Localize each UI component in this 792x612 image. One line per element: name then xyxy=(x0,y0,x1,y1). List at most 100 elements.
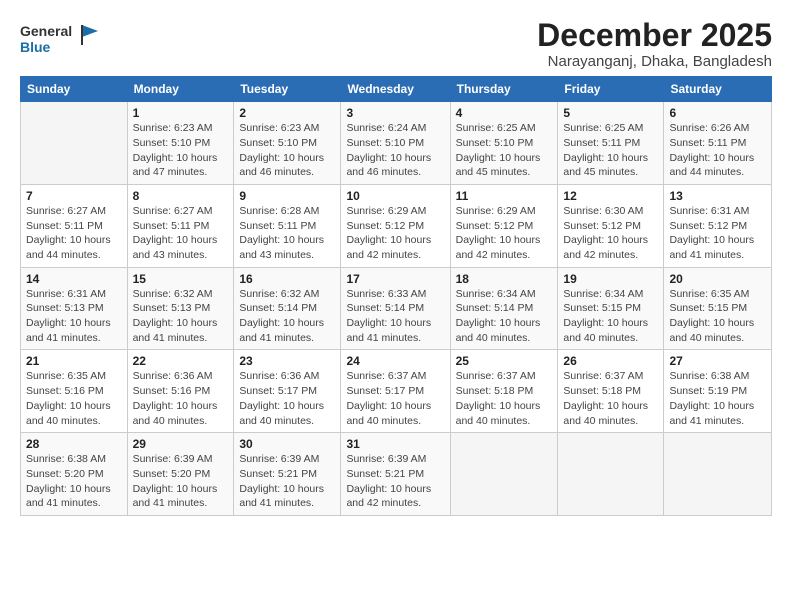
day-info: Sunrise: 6:39 AM Sunset: 5:20 PM Dayligh… xyxy=(133,452,229,511)
calendar-cell: 13Sunrise: 6:31 AM Sunset: 5:12 PM Dayli… xyxy=(664,184,772,267)
day-info: Sunrise: 6:36 AM Sunset: 5:17 PM Dayligh… xyxy=(239,369,335,428)
day-info: Sunrise: 6:35 AM Sunset: 5:15 PM Dayligh… xyxy=(669,287,766,346)
calendar-cell xyxy=(664,433,772,516)
col-saturday: Saturday xyxy=(664,77,772,102)
col-friday: Friday xyxy=(558,77,664,102)
day-number: 9 xyxy=(239,189,335,203)
day-info: Sunrise: 6:23 AM Sunset: 5:10 PM Dayligh… xyxy=(133,121,229,180)
day-info: Sunrise: 6:32 AM Sunset: 5:14 PM Dayligh… xyxy=(239,287,335,346)
location: Narayanganj, Dhaka, Bangladesh xyxy=(537,53,772,70)
calendar-cell: 15Sunrise: 6:32 AM Sunset: 5:13 PM Dayli… xyxy=(127,267,234,350)
calendar-cell: 9Sunrise: 6:28 AM Sunset: 5:11 PM Daylig… xyxy=(234,184,341,267)
day-info: Sunrise: 6:29 AM Sunset: 5:12 PM Dayligh… xyxy=(456,204,553,263)
page: General Blue December 2025 Narayanganj, … xyxy=(0,0,792,612)
day-info: Sunrise: 6:30 AM Sunset: 5:12 PM Dayligh… xyxy=(563,204,658,263)
day-info: Sunrise: 6:37 AM Sunset: 5:18 PM Dayligh… xyxy=(456,369,553,428)
day-info: Sunrise: 6:34 AM Sunset: 5:15 PM Dayligh… xyxy=(563,287,658,346)
day-number: 12 xyxy=(563,189,658,203)
calendar-week-5: 28Sunrise: 6:38 AM Sunset: 5:20 PM Dayli… xyxy=(21,433,772,516)
day-number: 8 xyxy=(133,189,229,203)
col-sunday: Sunday xyxy=(21,77,128,102)
svg-text:Blue: Blue xyxy=(20,39,51,55)
logo-svg: General Blue xyxy=(20,18,100,58)
calendar-cell xyxy=(450,433,558,516)
title-area: December 2025 Narayanganj, Dhaka, Bangla… xyxy=(537,18,772,70)
day-info: Sunrise: 6:32 AM Sunset: 5:13 PM Dayligh… xyxy=(133,287,229,346)
day-info: Sunrise: 6:27 AM Sunset: 5:11 PM Dayligh… xyxy=(133,204,229,263)
day-number: 28 xyxy=(26,437,122,451)
day-info: Sunrise: 6:36 AM Sunset: 5:16 PM Dayligh… xyxy=(133,369,229,428)
calendar-cell: 25Sunrise: 6:37 AM Sunset: 5:18 PM Dayli… xyxy=(450,350,558,433)
day-info: Sunrise: 6:25 AM Sunset: 5:11 PM Dayligh… xyxy=(563,121,658,180)
day-number: 16 xyxy=(239,272,335,286)
day-info: Sunrise: 6:31 AM Sunset: 5:12 PM Dayligh… xyxy=(669,204,766,263)
col-monday: Monday xyxy=(127,77,234,102)
calendar-cell: 14Sunrise: 6:31 AM Sunset: 5:13 PM Dayli… xyxy=(21,267,128,350)
day-number: 31 xyxy=(346,437,444,451)
day-number: 17 xyxy=(346,272,444,286)
calendar-cell: 26Sunrise: 6:37 AM Sunset: 5:18 PM Dayli… xyxy=(558,350,664,433)
day-number: 5 xyxy=(563,106,658,120)
day-number: 26 xyxy=(563,354,658,368)
logo: General Blue xyxy=(20,18,100,58)
day-number: 1 xyxy=(133,106,229,120)
calendar-cell: 30Sunrise: 6:39 AM Sunset: 5:21 PM Dayli… xyxy=(234,433,341,516)
calendar-cell: 11Sunrise: 6:29 AM Sunset: 5:12 PM Dayli… xyxy=(450,184,558,267)
calendar-cell: 17Sunrise: 6:33 AM Sunset: 5:14 PM Dayli… xyxy=(341,267,450,350)
day-number: 2 xyxy=(239,106,335,120)
calendar-cell: 1Sunrise: 6:23 AM Sunset: 5:10 PM Daylig… xyxy=(127,102,234,185)
day-info: Sunrise: 6:35 AM Sunset: 5:16 PM Dayligh… xyxy=(26,369,122,428)
calendar-week-2: 7Sunrise: 6:27 AM Sunset: 5:11 PM Daylig… xyxy=(21,184,772,267)
calendar-cell: 22Sunrise: 6:36 AM Sunset: 5:16 PM Dayli… xyxy=(127,350,234,433)
calendar-cell xyxy=(21,102,128,185)
day-info: Sunrise: 6:28 AM Sunset: 5:11 PM Dayligh… xyxy=(239,204,335,263)
calendar-cell: 29Sunrise: 6:39 AM Sunset: 5:20 PM Dayli… xyxy=(127,433,234,516)
day-number: 22 xyxy=(133,354,229,368)
day-info: Sunrise: 6:29 AM Sunset: 5:12 PM Dayligh… xyxy=(346,204,444,263)
calendar-cell: 16Sunrise: 6:32 AM Sunset: 5:14 PM Dayli… xyxy=(234,267,341,350)
calendar-cell: 28Sunrise: 6:38 AM Sunset: 5:20 PM Dayli… xyxy=(21,433,128,516)
day-number: 29 xyxy=(133,437,229,451)
day-number: 21 xyxy=(26,354,122,368)
day-info: Sunrise: 6:24 AM Sunset: 5:10 PM Dayligh… xyxy=(346,121,444,180)
day-number: 25 xyxy=(456,354,553,368)
calendar-cell: 6Sunrise: 6:26 AM Sunset: 5:11 PM Daylig… xyxy=(664,102,772,185)
day-number: 10 xyxy=(346,189,444,203)
calendar-cell: 12Sunrise: 6:30 AM Sunset: 5:12 PM Dayli… xyxy=(558,184,664,267)
day-number: 30 xyxy=(239,437,335,451)
calendar-cell: 7Sunrise: 6:27 AM Sunset: 5:11 PM Daylig… xyxy=(21,184,128,267)
calendar-cell: 20Sunrise: 6:35 AM Sunset: 5:15 PM Dayli… xyxy=(664,267,772,350)
calendar-table: Sunday Monday Tuesday Wednesday Thursday… xyxy=(20,76,772,516)
header: General Blue December 2025 Narayanganj, … xyxy=(20,18,772,70)
calendar-cell: 3Sunrise: 6:24 AM Sunset: 5:10 PM Daylig… xyxy=(341,102,450,185)
calendar-cell: 5Sunrise: 6:25 AM Sunset: 5:11 PM Daylig… xyxy=(558,102,664,185)
calendar-cell: 24Sunrise: 6:37 AM Sunset: 5:17 PM Dayli… xyxy=(341,350,450,433)
day-number: 7 xyxy=(26,189,122,203)
day-info: Sunrise: 6:34 AM Sunset: 5:14 PM Dayligh… xyxy=(456,287,553,346)
day-info: Sunrise: 6:39 AM Sunset: 5:21 PM Dayligh… xyxy=(239,452,335,511)
day-info: Sunrise: 6:27 AM Sunset: 5:11 PM Dayligh… xyxy=(26,204,122,263)
day-info: Sunrise: 6:33 AM Sunset: 5:14 PM Dayligh… xyxy=(346,287,444,346)
day-info: Sunrise: 6:39 AM Sunset: 5:21 PM Dayligh… xyxy=(346,452,444,511)
day-info: Sunrise: 6:37 AM Sunset: 5:17 PM Dayligh… xyxy=(346,369,444,428)
day-info: Sunrise: 6:37 AM Sunset: 5:18 PM Dayligh… xyxy=(563,369,658,428)
day-number: 11 xyxy=(456,189,553,203)
day-number: 19 xyxy=(563,272,658,286)
calendar-week-1: 1Sunrise: 6:23 AM Sunset: 5:10 PM Daylig… xyxy=(21,102,772,185)
col-tuesday: Tuesday xyxy=(234,77,341,102)
day-info: Sunrise: 6:26 AM Sunset: 5:11 PM Dayligh… xyxy=(669,121,766,180)
day-number: 15 xyxy=(133,272,229,286)
calendar-cell: 2Sunrise: 6:23 AM Sunset: 5:10 PM Daylig… xyxy=(234,102,341,185)
calendar-cell: 8Sunrise: 6:27 AM Sunset: 5:11 PM Daylig… xyxy=(127,184,234,267)
day-number: 3 xyxy=(346,106,444,120)
day-number: 13 xyxy=(669,189,766,203)
calendar-cell: 23Sunrise: 6:36 AM Sunset: 5:17 PM Dayli… xyxy=(234,350,341,433)
col-wednesday: Wednesday xyxy=(341,77,450,102)
col-thursday: Thursday xyxy=(450,77,558,102)
day-number: 4 xyxy=(456,106,553,120)
calendar-cell: 21Sunrise: 6:35 AM Sunset: 5:16 PM Dayli… xyxy=(21,350,128,433)
day-info: Sunrise: 6:23 AM Sunset: 5:10 PM Dayligh… xyxy=(239,121,335,180)
calendar-week-4: 21Sunrise: 6:35 AM Sunset: 5:16 PM Dayli… xyxy=(21,350,772,433)
day-info: Sunrise: 6:38 AM Sunset: 5:19 PM Dayligh… xyxy=(669,369,766,428)
day-number: 20 xyxy=(669,272,766,286)
